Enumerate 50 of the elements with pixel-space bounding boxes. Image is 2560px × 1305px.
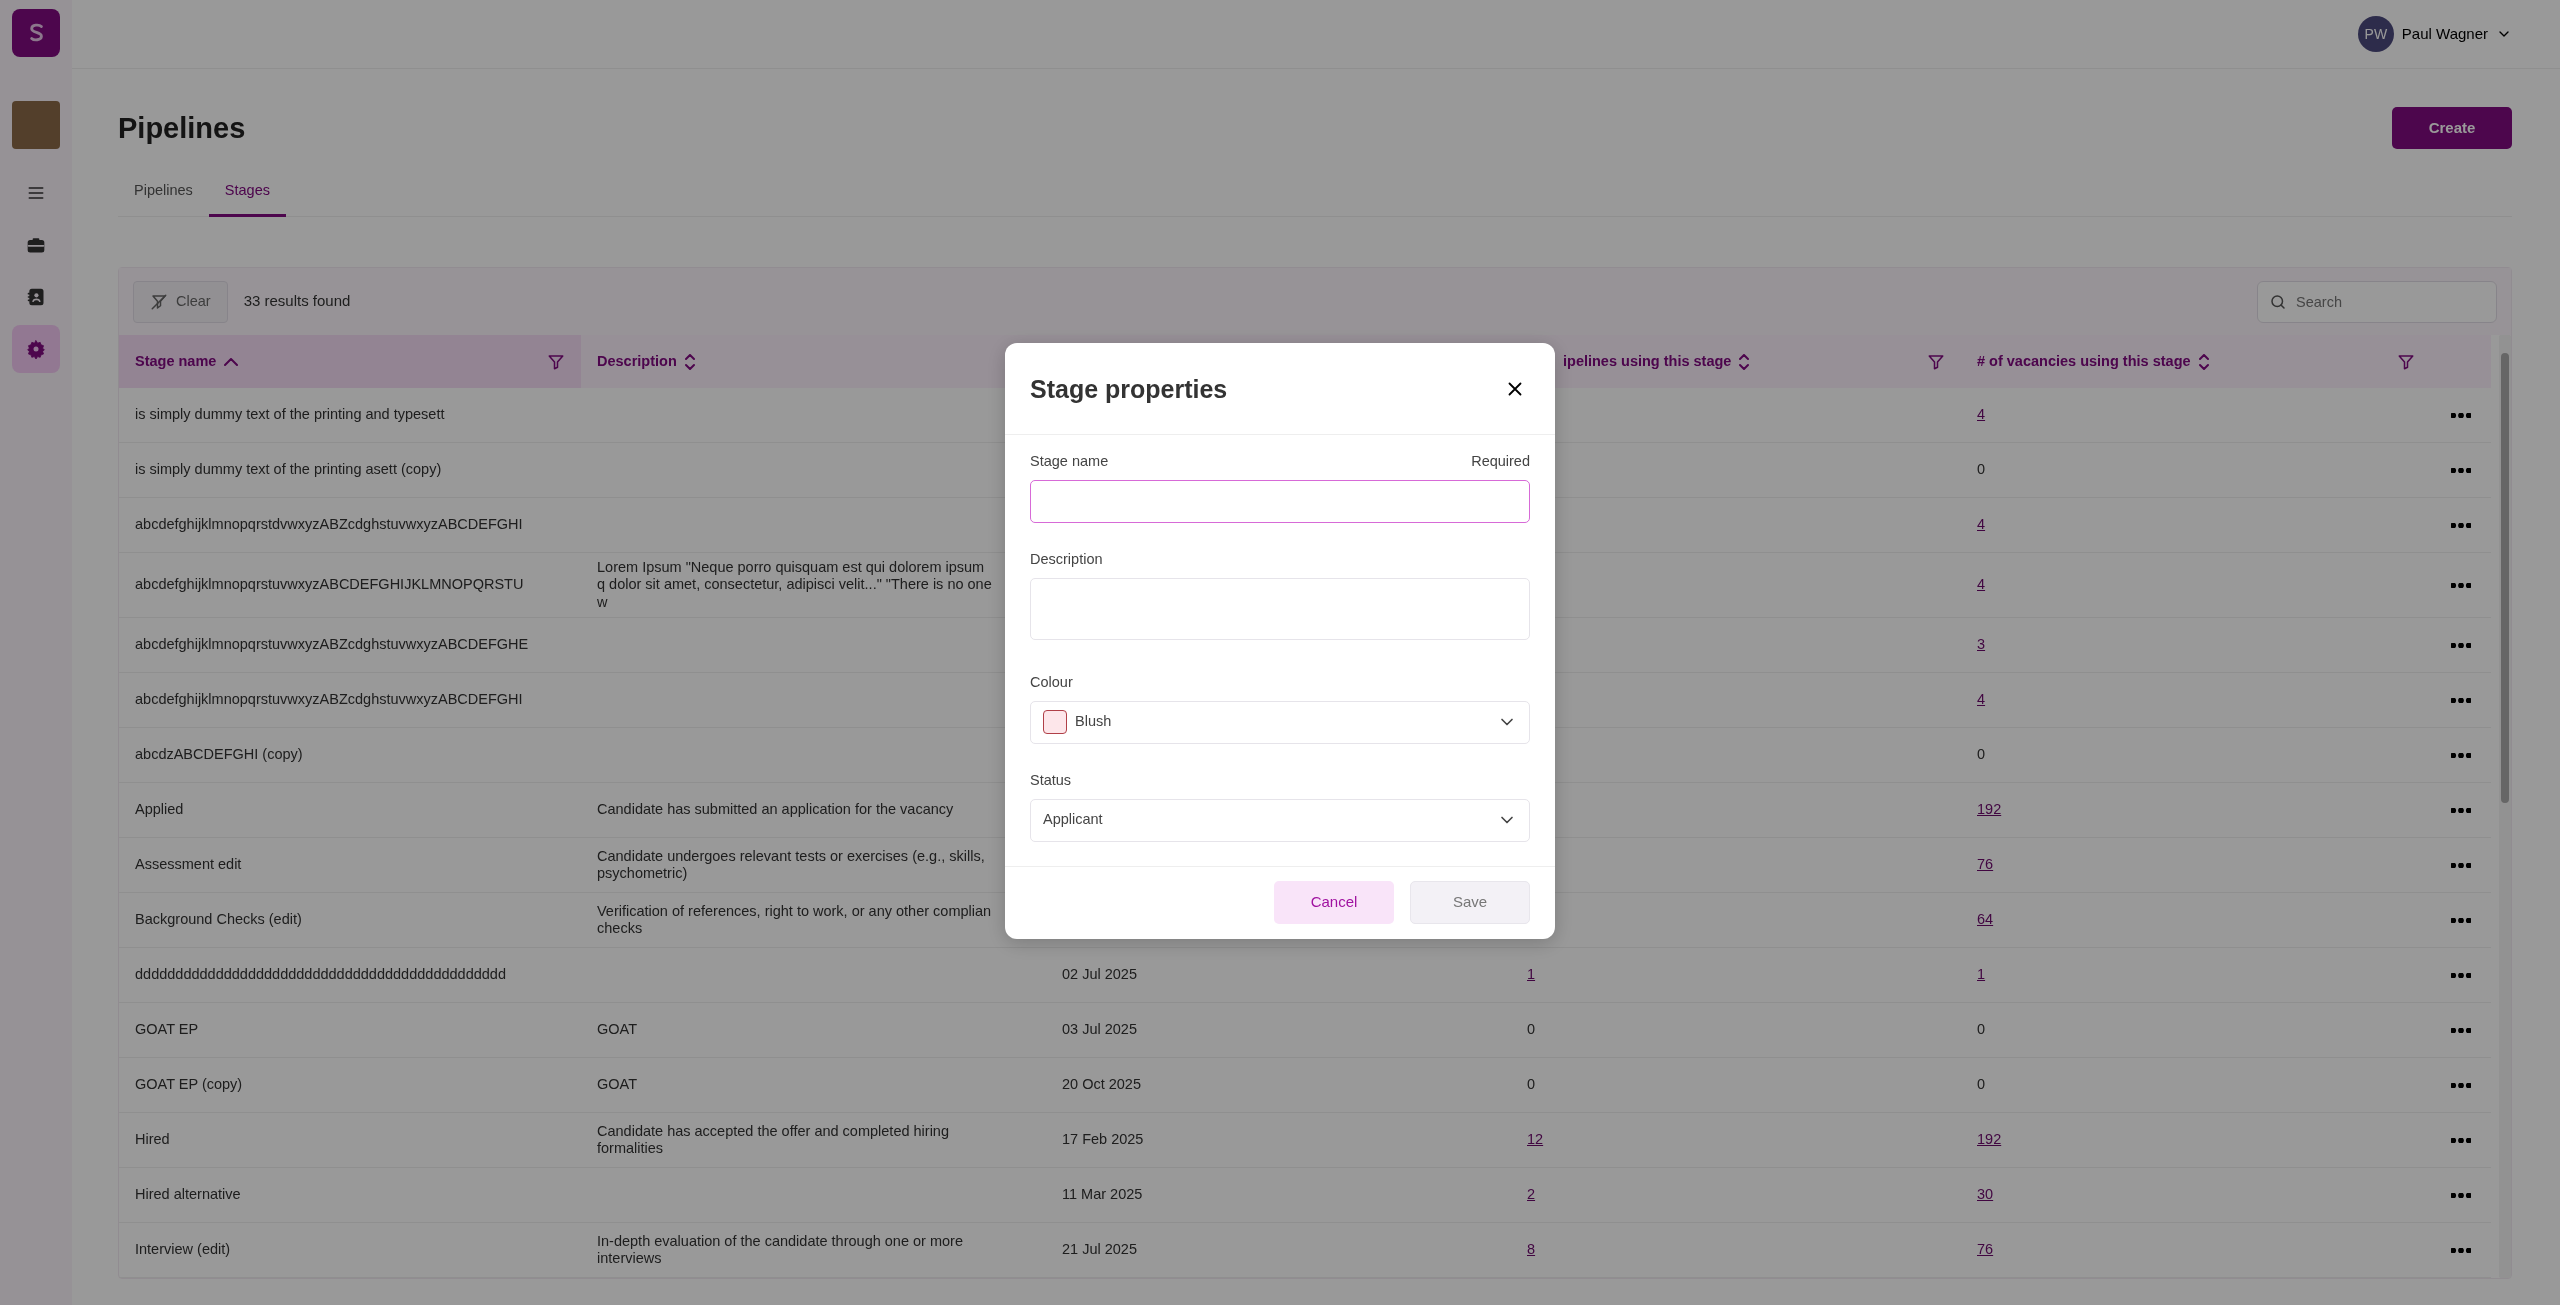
table-cell-text: Lorem Ipsum "Neque porro quisquam est qui dolorem ipsum q dolor sit amet, consectetur, adipisci velit..." "There is no one w — [597, 559, 993, 612]
user-name: Paul Wagner — [2401, 23, 2488, 44]
count-text: 0 — [1977, 1076, 1986, 1094]
page-title: Pipelines — [118, 110, 246, 146]
table-cell: Candidate has submitted an application for the vacancy — [597, 801, 954, 819]
table-cell-text: 17 Feb 2025 — [1061, 1130, 1145, 1150]
table-cell-text: Verification of references, right to work, or any other complian checks — [597, 902, 993, 938]
table-cell-text: is simply dummy text of the printing and typesett — [134, 405, 446, 425]
table-cell-text: is simply dummy text of the printing asett (copy) — [134, 460, 443, 480]
field-label: Colour — [1030, 673, 1073, 692]
table-cell-text: abcdefghijklmnopqrstuvwxyzABCDEFGHIJKLMNOPQRSTU — [134, 575, 525, 595]
table-cell-text: Candidate undergoes relevant tests or exercises (e.g., skills, psychometric) — [597, 847, 986, 883]
count-text: 0 — [1977, 461, 1986, 479]
table-cell: GOAT — [597, 1076, 637, 1094]
column-title: # of vacancies using this stage — [1977, 351, 2191, 371]
table-cell-text: 02 Jul 2025 — [1061, 965, 1138, 985]
table-cell-text: abcdefghijklmnopqrstuvwxyzABZcdghstuvwxyzABCDEFGHE — [134, 635, 530, 655]
table-cell-text: In-depth evaluation of the candidate through one or more interviews — [597, 1232, 964, 1268]
table-cell-text: Assessment edit — [134, 855, 243, 875]
table-cell-text: 11 Mar 2025 — [1061, 1185, 1144, 1205]
table-cell-text: Hired — [134, 1130, 171, 1150]
table-cell-text: dddddddddddddddddddddddddddddddddddddddddddddd — [134, 965, 507, 985]
field-label: Description — [1030, 549, 1103, 569]
table-cell-text: 03 Jul 2025 — [1061, 1020, 1138, 1040]
table-cell-text: Candidate has accepted the offer and completed hiring formalities — [597, 1122, 950, 1158]
count-text: 0 — [1527, 1021, 1536, 1039]
count-text: 0 — [1977, 746, 1986, 764]
count-text: 0 — [1977, 1021, 1986, 1039]
count-text: 0 — [1527, 1076, 1536, 1094]
table-cell-text: GOAT EP (copy) — [134, 1075, 244, 1095]
required-hint: Required — [1471, 452, 1530, 471]
table-cell-text: Applied — [134, 800, 185, 820]
table-cell-text: 20 Oct 2025 — [1061, 1075, 1142, 1095]
column-title: Stage name — [135, 351, 217, 371]
column-title: Description — [597, 351, 677, 371]
dialog-title: Stage properties — [1030, 373, 1228, 404]
table-cell-text: Hired alternative — [134, 1185, 242, 1205]
table-cell-text: abcdefghijklmnopqrstdvwxyzABZcdghstuvwxyzABCDEFGHI — [134, 515, 524, 535]
table-cell-text: Interview (edit) — [134, 1240, 232, 1260]
field-label: Status — [1030, 770, 1072, 790]
column-title: ipelines using this stage — [1563, 351, 1732, 371]
table-cell-text: GOAT EP — [134, 1020, 200, 1040]
results-count: 33 results found — [243, 291, 351, 312]
table-cell-text: abcdefghijklmnopqrstuvwxyzABZcdghstuvwxyzABCDEFGHI — [134, 690, 524, 710]
table-cell: GOAT — [597, 1021, 637, 1039]
avatar: PW — [2357, 16, 2394, 52]
table-cell-text: Background Checks (edit) — [134, 910, 303, 930]
table-cell-text: abcdzABCDEFGHI (copy) — [134, 745, 304, 765]
table-cell-text: 21 Jul 2025 — [1061, 1240, 1138, 1260]
field-label: Stage name — [1030, 452, 1109, 471]
